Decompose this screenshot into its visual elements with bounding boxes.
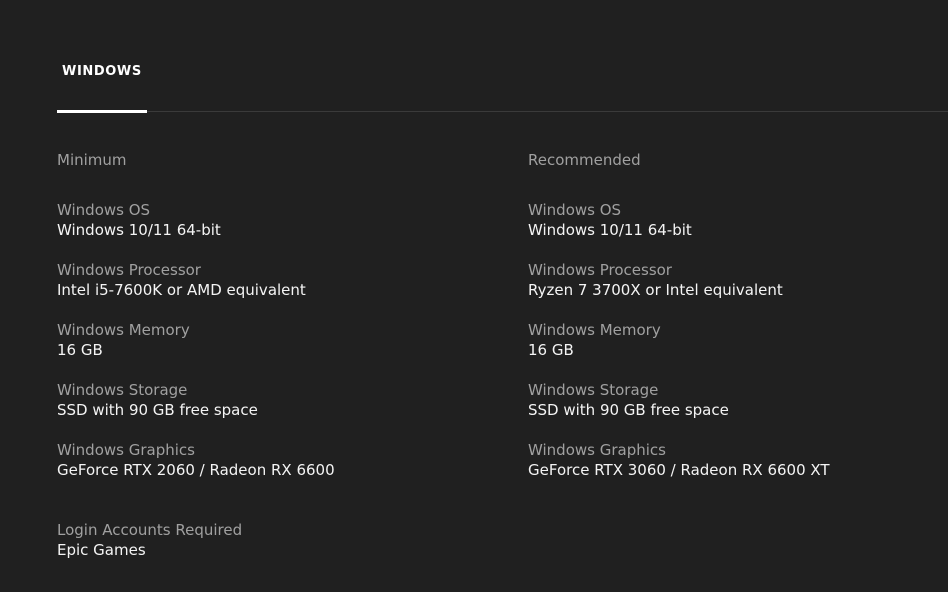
spec-value: 16 GB: [528, 341, 574, 359]
recommended-requirements-column: Recommended Windows OS Windows 10/11 64-…: [528, 150, 948, 500]
spec-value: Intel i5-7600K or AMD equivalent: [57, 281, 306, 299]
spec-value: Windows 10/11 64-bit: [528, 221, 692, 239]
tab-windows[interactable]: WINDOWS: [57, 0, 147, 113]
active-tab-indicator: [57, 110, 147, 113]
rec-spec-storage: Windows Storage SSD with 90 GB free spac…: [528, 380, 948, 440]
min-spec-storage: Windows Storage SSD with 90 GB free spac…: [57, 380, 477, 440]
spec-label: Windows Storage: [57, 381, 188, 399]
spec-value: GeForce RTX 2060 / Radeon RX 6600: [57, 461, 335, 479]
recommended-heading: Recommended: [528, 151, 641, 169]
spec-label: Windows OS: [528, 201, 622, 219]
spec-value: SSD with 90 GB free space: [528, 401, 729, 419]
min-spec-memory: Windows Memory 16 GB: [57, 320, 477, 380]
system-requirements-panel: WINDOWS Minimum Windows OS Windows 10/11…: [0, 0, 948, 592]
spec-label: Windows Graphics: [528, 441, 666, 459]
minimum-heading: Minimum: [57, 151, 127, 169]
rec-spec-memory: Windows Memory 16 GB: [528, 320, 948, 380]
login-accounts-value: Epic Games: [57, 541, 146, 559]
login-accounts-section: Login Accounts Required Epic Games: [57, 520, 242, 560]
spec-label: Windows Memory: [528, 321, 661, 339]
rec-spec-os: Windows OS Windows 10/11 64-bit: [528, 200, 948, 260]
spec-value: SSD with 90 GB free space: [57, 401, 258, 419]
login-accounts-label: Login Accounts Required: [57, 521, 243, 539]
tab-windows-label: WINDOWS: [62, 64, 142, 79]
rec-spec-processor: Windows Processor Ryzen 7 3700X or Intel…: [528, 260, 948, 320]
min-spec-graphics: Windows Graphics GeForce RTX 2060 / Rade…: [57, 440, 477, 500]
minimum-requirements-column: Minimum Windows OS Windows 10/11 64-bit …: [57, 150, 477, 500]
spec-label: Windows Graphics: [57, 441, 195, 459]
rec-spec-graphics: Windows Graphics GeForce RTX 3060 / Rade…: [528, 440, 948, 500]
spec-label: Windows OS: [57, 201, 151, 219]
spec-value: GeForce RTX 3060 / Radeon RX 6600 XT: [528, 461, 830, 479]
spec-value: Windows 10/11 64-bit: [57, 221, 221, 239]
spec-value: 16 GB: [57, 341, 103, 359]
min-spec-processor: Windows Processor Intel i5-7600K or AMD …: [57, 260, 477, 320]
min-spec-os: Windows OS Windows 10/11 64-bit: [57, 200, 477, 260]
spec-label: Windows Processor: [528, 261, 672, 279]
spec-label: Windows Storage: [528, 381, 659, 399]
spec-value: Ryzen 7 3700X or Intel equivalent: [528, 281, 783, 299]
platform-tab-bar: WINDOWS: [57, 0, 948, 113]
spec-label: Windows Memory: [57, 321, 190, 339]
spec-label: Windows Processor: [57, 261, 201, 279]
